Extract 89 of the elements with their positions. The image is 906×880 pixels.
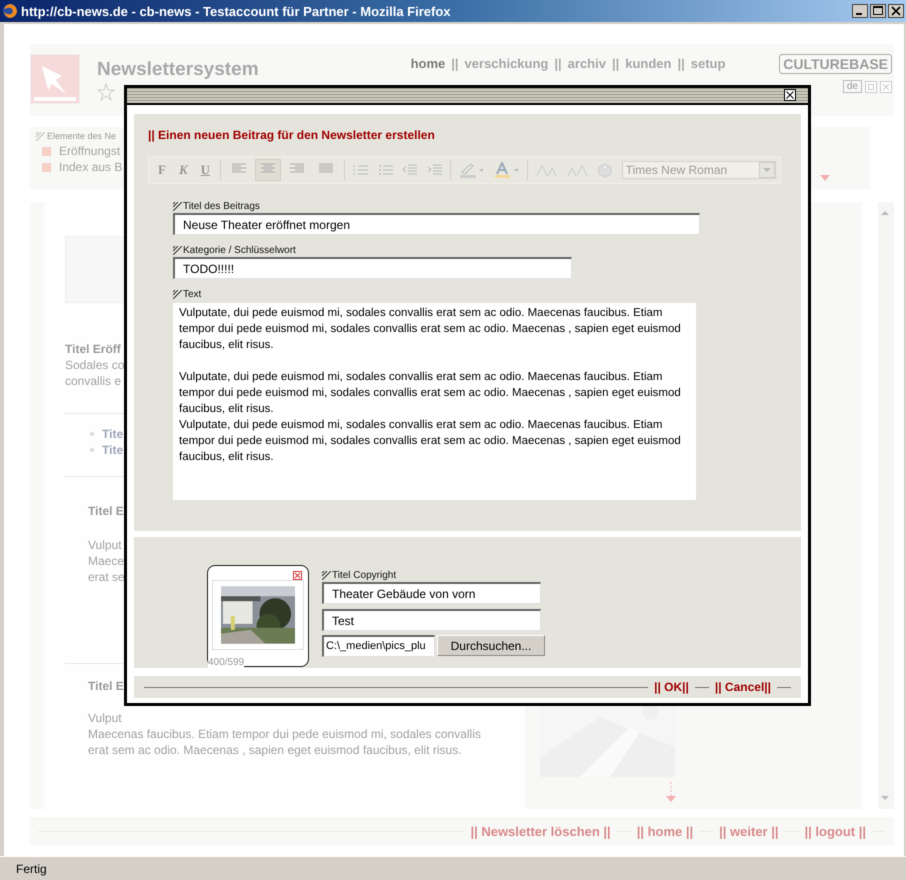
footer-link[interactable]: || weiter || — [719, 824, 779, 838]
article-text: Maecenas faucibus. Etiam tempor dui pede euismod mi, sodales convallis — [88, 726, 481, 742]
format-button[interactable]: K — [174, 159, 193, 181]
element-item[interactable]: Eröffnungst — [59, 144, 120, 158]
article-text: Sodales co — [65, 357, 124, 373]
numbered-list-icon[interactable] — [352, 163, 369, 177]
window-icon[interactable] — [865, 80, 877, 92]
field-label: Kategorie / Schlüsselwort — [183, 244, 296, 256]
grow-font-icon[interactable] — [536, 163, 558, 177]
window-title: http://cb-news.de - cb-news - Testaccount für Partner - Mozilla Firefox — [21, 4, 451, 18]
article-title: Titel E — [88, 503, 124, 519]
close-button[interactable] — [888, 4, 904, 18]
status-text: Fertig — [16, 862, 47, 876]
browse-button[interactable]: Durchsuchen... — [437, 635, 545, 656]
input-field[interactable]: Theater Gebäude von vorn — [322, 582, 541, 604]
hatch-icon — [36, 132, 45, 140]
hatch-icon — [173, 290, 182, 298]
paragraph: Vulputate, dui pede euismod mi, sodales convallis erat sem ac odio. Maecenas faucibus. Etiam tempor dui pede euismod mi, sodales convallis erat sem ac odio. Maecenas , sapien eget euismod faucibus, elit risus. — [179, 370, 682, 417]
close-icon[interactable] — [880, 80, 892, 92]
field-label: Titel Copyright — [332, 570, 396, 580]
nav-link[interactable]: kunden — [625, 56, 672, 71]
app-title: Newslettersystem — [97, 59, 259, 81]
outdent-icon[interactable] — [402, 163, 418, 177]
hatch-icon — [322, 570, 331, 580]
footer-link[interactable]: || home || — [636, 824, 694, 838]
input-field[interactable]: TODO!!!!! — [173, 257, 572, 279]
hatch-icon — [173, 202, 182, 210]
file-field[interactable]: C:\_medien\pics_plu — [322, 635, 435, 657]
nav-separator: || — [451, 56, 459, 71]
hatch-icon — [173, 246, 182, 254]
highlighter-icon[interactable] — [459, 162, 485, 178]
nav-link[interactable]: verschickung — [464, 56, 548, 71]
indent-icon[interactable] — [426, 163, 442, 177]
article-text: convallis e — [65, 373, 122, 389]
dice-icon[interactable] — [597, 162, 613, 178]
panel-title: Elemente des Ne — [47, 131, 116, 141]
text-area[interactable] — [173, 303, 696, 500]
scrollbar[interactable] — [878, 202, 894, 809]
article-title: Titel Eröff — [65, 341, 121, 357]
paragraph: Vulputate, dui pede euismod mi, sodales convallis erat sem ac odio. Maecenas faucibus. Etiam tempor dui pede euismod mi, sodales convallis erat sem ac odio. Maecenas , sapien eget euismod faucibus, elit risus. — [179, 418, 682, 465]
close-button[interactable] — [784, 89, 796, 101]
square-icon — [42, 146, 51, 156]
align-icon — [288, 162, 305, 174]
field-label: Titel des Beitrags — [183, 200, 260, 212]
dialog-button[interactable]: || Cancel|| — [714, 680, 771, 694]
field-label: Text — [183, 288, 202, 300]
minimize-button[interactable] — [852, 4, 868, 18]
article-text: erat se — [88, 569, 125, 585]
dropdown-arrow-icon[interactable] — [820, 175, 830, 181]
article-text: Maece — [88, 553, 124, 569]
dialog-button[interactable]: || OK|| — [654, 680, 689, 694]
paragraph: Vulputate, dui pede euismod mi, sodales convallis erat sem ac odio. Maecenas faucibus. Etiam tempor dui pede euismod mi, sodales convallis erat sem ac odio. Maecenas , sapien eget euismod faucibus, elit risus. — [179, 306, 682, 353]
nav-link[interactable]: archiv — [568, 56, 606, 71]
dialog-heading: || Einen neuen Beitrag für den Newsletter erstellen — [148, 128, 435, 142]
nav-link[interactable]: home — [410, 56, 446, 71]
input-field[interactable]: Test — [322, 609, 541, 631]
star-icon — [97, 83, 115, 101]
article-text: Vulput — [88, 710, 122, 726]
brand-logo: CULTUREBASE — [779, 54, 892, 74]
font-dropdown[interactable]: Times New Roman — [622, 161, 776, 179]
nav-link[interactable]: setup — [690, 56, 726, 71]
align-icon — [260, 162, 276, 174]
input-field[interactable]: Neuse Theater eröffnet morgen — [173, 213, 700, 235]
align-icon — [318, 162, 334, 174]
maximize-button[interactable] — [870, 4, 886, 18]
font-color-icon[interactable] — [494, 162, 520, 178]
language-button[interactable]: de — [842, 80, 862, 93]
article-text: erat sem ac odio. Maecenas , sapien eget euismod faucibus, elit risus. — [88, 742, 462, 758]
shrink-font-icon[interactable] — [566, 163, 588, 177]
nav-separator: || — [612, 56, 620, 71]
article-title: Titel E — [88, 678, 124, 694]
bullet-list-icon[interactable] — [378, 163, 394, 177]
browser-icon — [2, 3, 18, 19]
element-item[interactable]: Index aus B — [59, 160, 122, 174]
format-button[interactable]: U — [196, 159, 216, 181]
align-icon — [230, 162, 247, 174]
align-button[interactable] — [254, 159, 281, 181]
footer-link[interactable]: || Newsletter löschen || — [470, 824, 611, 838]
nav-separator: || — [677, 56, 685, 71]
bullet-link[interactable]: Tite — [102, 426, 124, 442]
format-button[interactable]: F — [153, 159, 171, 181]
arrow-down-icon — [665, 782, 677, 804]
footer-link[interactable]: || logout || — [804, 824, 866, 838]
nav-separator: || — [554, 56, 562, 71]
remove-icon[interactable] — [293, 571, 302, 580]
bullet-link[interactable]: Tite — [102, 442, 124, 458]
article-text: Vulput — [88, 537, 122, 553]
image-size: 400/599 — [208, 657, 244, 668]
square-icon — [42, 162, 51, 172]
